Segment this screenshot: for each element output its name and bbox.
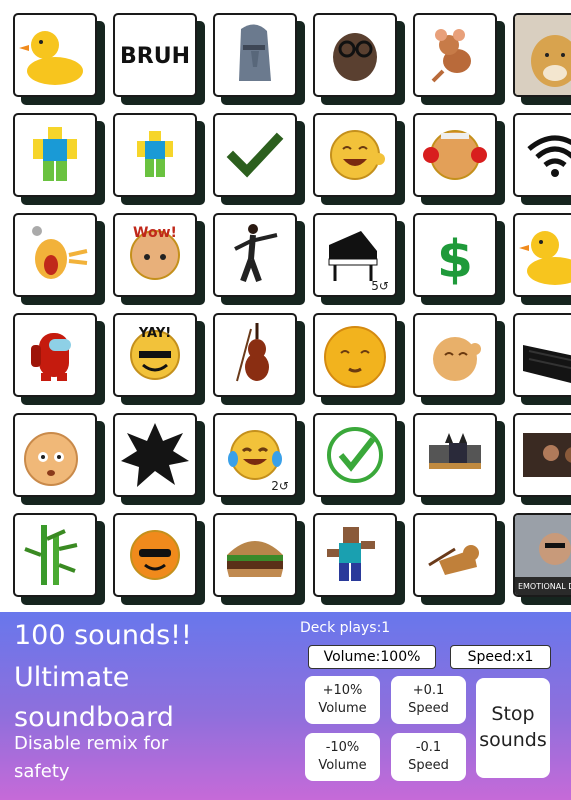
sound-tile-roblox-1[interactable] [13, 113, 97, 197]
sound-tile-boxing[interactable] [413, 113, 497, 197]
stop-label-2: sounds [479, 729, 547, 751]
sound-tile-check-circle[interactable] [313, 413, 397, 497]
speed-up-button[interactable]: +0.1 Speed [391, 676, 466, 724]
repeat-count-badge: 5↺ [371, 279, 389, 293]
repeat-count-badge: 2↺ [271, 479, 289, 493]
sound-tile-moai[interactable] [213, 13, 297, 97]
sound-tile-duck[interactable] [13, 13, 97, 97]
speed-display: Speed:x1 [450, 645, 551, 669]
sound-tile-duck-2[interactable] [513, 213, 571, 297]
remix-toggle-label-2[interactable]: safety [14, 758, 70, 785]
speed-down-label: Speed [408, 758, 449, 773]
sound-tile-piano[interactable]: 5↺ [313, 213, 397, 297]
sound-tile-violin[interactable] [213, 313, 297, 397]
speed-up-amount: +0.1 [412, 682, 445, 698]
volume-up-button[interactable]: +10% Volume [305, 676, 380, 724]
sound-tile-emotional-damage[interactable]: EMOTIONAL DAMA [513, 513, 571, 597]
deck-plays-counter: Deck plays:1 [300, 620, 391, 636]
sound-tile-keyboard[interactable] [513, 313, 571, 397]
remix-toggle-label-1[interactable]: Disable remix for [14, 730, 168, 757]
speed-down-amount: -0.1 [415, 739, 442, 755]
volume-down-amount: -10% [325, 739, 360, 755]
sound-tile-bamboo[interactable] [13, 513, 97, 597]
svg-text:$: $ [437, 230, 473, 290]
volume-down-label: Volume [318, 758, 367, 773]
title-line-1: 100 sounds!! [14, 620, 192, 651]
svg-text:BRUH: BRUH [120, 44, 190, 69]
svg-text:EMOTIONAL DAMA: EMOTIONAL DAMA [518, 582, 571, 591]
sound-tile-dollar[interactable]: $ [413, 213, 497, 297]
sound-tile-burger[interactable] [213, 513, 297, 597]
sound-tile-crying-laugh[interactable]: 2↺ [213, 413, 297, 497]
sound-tile-bruh[interactable]: BRUH [113, 13, 197, 97]
svg-text:YAY!: YAY! [138, 326, 171, 341]
title-line-2: Ultimate [14, 662, 130, 693]
title-line-3: soundboard [14, 702, 174, 733]
volume-up-amount: +10% [322, 682, 363, 698]
sound-tile-roblox-2[interactable] [113, 113, 197, 197]
sound-tile-explosion[interactable] [113, 413, 197, 497]
sound-tile-cool[interactable] [113, 513, 197, 597]
sound-tile-dancer[interactable] [213, 213, 297, 297]
speed-up-label: Speed [408, 701, 449, 716]
sound-tile-checkmark[interactable] [213, 113, 297, 197]
sound-grid: BRUH Wow! 5↺ $ YAY! 2↺ EMOTIONAL DAMA [0, 0, 571, 612]
volume-down-button[interactable]: -10% Volume [305, 733, 380, 781]
sound-tile-yay[interactable]: YAY! [113, 313, 197, 397]
sound-tile-giggle[interactable] [313, 313, 397, 397]
sound-tile-minecraft[interactable] [313, 513, 397, 597]
volume-display: Volume:100% [308, 645, 436, 669]
sound-tile-snicker[interactable] [413, 313, 497, 397]
sound-tile-jerry[interactable] [413, 13, 497, 97]
sound-tile-among-us[interactable] [13, 313, 97, 397]
sound-tile-thinking[interactable] [13, 413, 97, 497]
sound-tile-cheems[interactable] [413, 513, 497, 597]
stop-label-1: Stop [491, 703, 535, 726]
sound-tile-movie-scene[interactable] [513, 413, 571, 497]
sound-tile-laughing-point[interactable] [313, 113, 397, 197]
svg-text:Wow!: Wow! [133, 225, 177, 241]
sound-tile-doge[interactable] [513, 13, 571, 97]
sound-tile-wifi[interactable] [513, 113, 571, 197]
stop-sounds-button[interactable]: Stop sounds [476, 678, 550, 778]
volume-up-label: Volume [318, 701, 367, 716]
sound-tile-wow[interactable]: Wow! [113, 213, 197, 297]
sound-tile-screaming[interactable] [13, 213, 97, 297]
speed-down-button[interactable]: -0.1 Speed [391, 733, 466, 781]
sound-tile-nerd-rock[interactable] [313, 13, 397, 97]
sound-tile-batman[interactable] [413, 413, 497, 497]
